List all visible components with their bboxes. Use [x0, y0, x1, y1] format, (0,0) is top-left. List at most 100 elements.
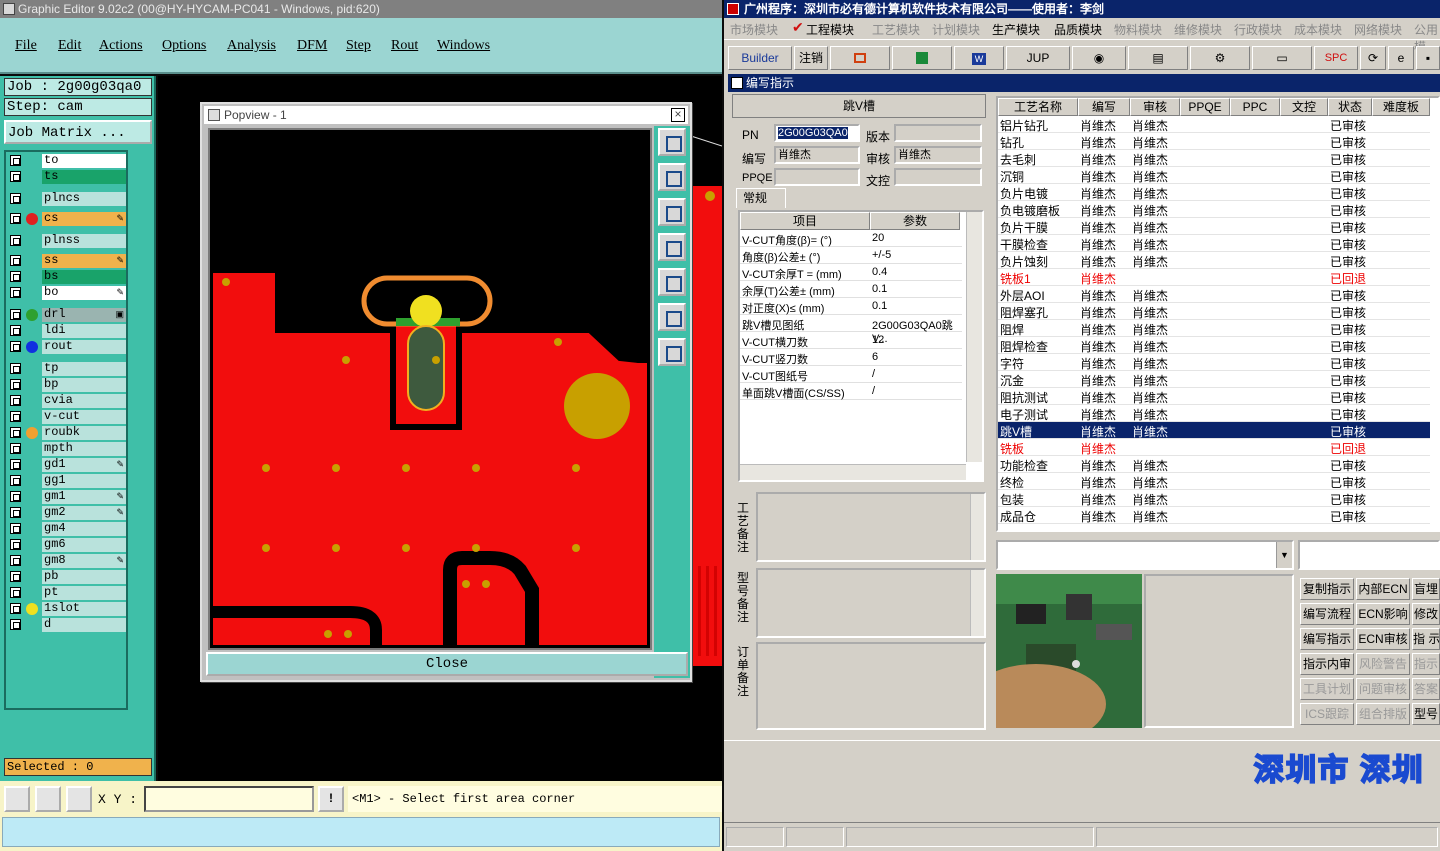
layer-checkbox[interactable] [10, 539, 21, 550]
layer-name[interactable]: ldi [42, 324, 126, 338]
warning-icon[interactable]: ! [318, 786, 344, 812]
layer-row-ts[interactable]: ts [8, 170, 126, 184]
logout-button[interactable]: 注销 [794, 46, 828, 70]
menu-options[interactable]: Options [162, 38, 206, 54]
param-row[interactable]: 单面跳V槽面(CS/SS) / [740, 383, 962, 400]
action-button[interactable]: 复制指示 [1300, 578, 1354, 600]
layer-checkbox[interactable] [10, 427, 21, 438]
param-row[interactable]: V-CUT横刀数 12 [740, 332, 962, 349]
builder-button[interactable]: Builder [728, 46, 792, 70]
layer-name[interactable]: gm2 [42, 506, 126, 520]
action-button[interactable]: 问题审核 [1356, 678, 1410, 700]
layer-checkbox[interactable] [10, 395, 21, 406]
layer-row-to[interactable]: to [8, 154, 126, 168]
grid-header[interactable]: 审核 [1130, 98, 1180, 116]
action-button[interactable]: 编写流程 [1300, 603, 1354, 625]
layer-checkbox[interactable] [10, 363, 21, 374]
layer-checkbox[interactable] [10, 523, 21, 534]
grid-icon[interactable] [66, 786, 92, 812]
grid-header[interactable]: 文控 [1280, 98, 1328, 116]
grid-row[interactable]: 阻焊塞孔 肖维杰 肖维杰 已审核 [998, 303, 1430, 320]
report-icon[interactable] [830, 46, 890, 70]
layer-name[interactable]: plncs [42, 192, 126, 206]
select-arrow-icon[interactable] [4, 786, 30, 812]
spc-button[interactable]: SPC [1314, 46, 1358, 70]
grid-row[interactable]: 负片干膜 肖维杰 肖维杰 已审核 [998, 218, 1430, 235]
layer-checkbox[interactable] [10, 213, 21, 224]
layer-name[interactable]: ts [42, 170, 126, 184]
grid-row[interactable]: 功能检查 肖维杰 肖维杰 已审核 [998, 456, 1430, 473]
action-button[interactable]: ECN审核 [1356, 628, 1410, 650]
layer-row-pt[interactable]: pt [8, 586, 126, 600]
grid-row[interactable]: 阻焊 肖维杰 肖维杰 已审核 [998, 320, 1430, 337]
module-menu-item[interactable]: 市场模块 [730, 21, 778, 38]
layer-name[interactable]: drl [42, 308, 126, 322]
grid-header[interactable]: 状态 [1328, 98, 1372, 116]
layer-row-bo[interactable]: bo ✎ [8, 286, 126, 300]
layer-checkbox[interactable] [10, 325, 21, 336]
layer-name[interactable]: rout [42, 340, 126, 354]
module-menu-item[interactable]: 生产模块 [992, 21, 1040, 38]
param-header-value[interactable]: 参数 [870, 212, 960, 230]
grid-row[interactable]: 包装 肖维杰 肖维杰 已审核 [998, 490, 1430, 507]
layer-checkbox[interactable] [10, 171, 21, 182]
action-button[interactable]: 指 示 [1412, 628, 1440, 650]
layer-name[interactable]: gd1 [42, 458, 126, 472]
grid-row[interactable]: 铣板 肖维杰 已回退 [998, 439, 1430, 456]
layer-row-ss[interactable]: ss ✎ [8, 254, 126, 268]
layer-name[interactable]: gm6 [42, 538, 126, 552]
grid-row[interactable]: 电子测试 肖维杰 肖维杰 已审核 [998, 405, 1430, 422]
menu-analysis[interactable]: Analysis [227, 38, 276, 54]
grid-row[interactable]: 阻抗测试 肖维杰 肖维杰 已审核 [998, 388, 1430, 405]
menu-actions[interactable]: Actions [99, 38, 143, 54]
action-button[interactable]: 盲埋 [1412, 578, 1440, 600]
params-hscroll[interactable] [740, 464, 966, 480]
layer-name[interactable]: pt [42, 586, 126, 600]
ie-icon[interactable]: e [1388, 46, 1414, 70]
xy-input[interactable] [144, 786, 314, 812]
grid-row[interactable]: 去毛刺 肖维杰 肖维杰 已审核 [998, 150, 1430, 167]
menu-edit[interactable]: Edit [58, 38, 81, 54]
layer-name[interactable]: 1slot [42, 602, 126, 616]
module-menu-item[interactable]: 品质模块 [1054, 21, 1102, 38]
layer-row-gm1[interactable]: gm1 ✎ [8, 490, 126, 504]
editor-field[interactable]: 肖维杰 [774, 146, 860, 164]
layer-checkbox[interactable] [10, 341, 21, 352]
order-remark-box[interactable] [756, 642, 986, 730]
menu-dfm[interactable]: DFM [297, 38, 327, 54]
layer-checkbox[interactable] [10, 555, 21, 566]
module-menu-item[interactable]: 成本模块 [1294, 21, 1342, 38]
zoom-fit-icon[interactable] [658, 128, 686, 156]
layer-checkbox[interactable] [10, 459, 21, 470]
grid-row[interactable]: 外层AOI 肖维杰 肖维杰 已审核 [998, 286, 1430, 303]
layer-row-gm8[interactable]: gm8 ✎ [8, 554, 126, 568]
layer-name[interactable]: d [42, 618, 126, 632]
extra-icon[interactable]: ▪ [1416, 46, 1440, 70]
grid-header[interactable]: 工艺名称 [998, 98, 1078, 116]
search-field[interactable] [1298, 540, 1440, 570]
close-button[interactable]: Close [206, 652, 688, 676]
layer-name[interactable]: bs [42, 270, 126, 284]
layer-row-gm6[interactable]: gm6 [8, 538, 126, 552]
module-menu-item[interactable]: 物料模块 [1114, 21, 1162, 38]
tab-general[interactable]: 常规 [736, 188, 786, 208]
action-button[interactable]: 工具计划 [1300, 678, 1354, 700]
menu-step[interactable]: Step [346, 38, 371, 54]
zoom-out-icon[interactable] [658, 338, 686, 366]
param-row[interactable]: 跳V槽见图纸 2G00G03QA0跳V... [740, 315, 962, 345]
layer-checkbox[interactable] [10, 411, 21, 422]
param-row[interactable]: 余厚(T)公差± (mm) 0.1 [740, 281, 962, 298]
eye-icon[interactable]: ◉ [1072, 46, 1126, 70]
layer-row-bs[interactable]: bs [8, 270, 126, 284]
layer-name[interactable]: gm4 [42, 522, 126, 536]
grid-row[interactable]: 负片电镀 肖维杰 肖维杰 已审核 [998, 184, 1430, 201]
param-header-item[interactable]: 项目 [740, 212, 870, 230]
dropdown-arrow-icon[interactable]: ▼ [1276, 542, 1292, 568]
grid-row[interactable]: 阻焊检查 肖维杰 肖维杰 已审核 [998, 337, 1430, 354]
grid-row[interactable]: 铣板1 肖维杰 已回退 [998, 269, 1430, 286]
layer-row-ldi[interactable]: ldi [8, 324, 126, 338]
database-icon[interactable]: ▤ [1128, 46, 1188, 70]
layer-row-d[interactable]: d [8, 618, 126, 632]
layer-checkbox[interactable] [10, 255, 21, 266]
excel-icon[interactable] [892, 46, 952, 70]
